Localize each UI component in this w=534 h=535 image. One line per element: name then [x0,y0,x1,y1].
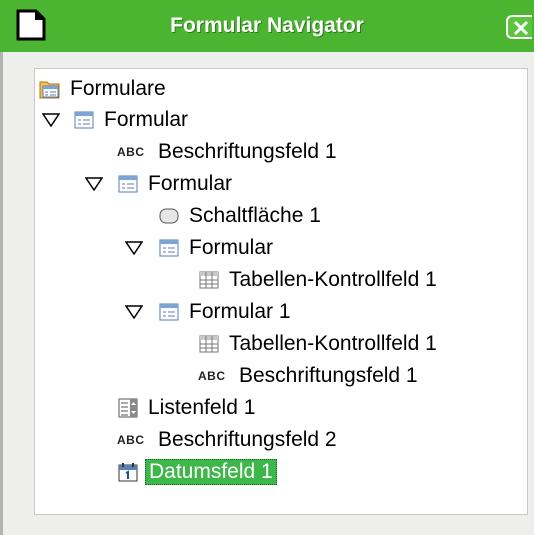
form-icon [159,239,179,257]
expand-triangle-icon[interactable] [42,113,60,127]
tree-item-label: Formular [104,108,189,131]
tree-item-label: Listenfeld 1 [148,396,256,419]
forms-folder-icon [39,81,60,99]
titlebar[interactable]: Formular Navigator [0,0,534,52]
tree-item-label: Beschriftungsfeld 2 [158,428,337,451]
form-icon [74,111,94,129]
form-navigator-window: Formular Navigator Formulare Formular AB… [0,0,534,535]
label-field-icon: ABC [117,145,145,159]
list-box-icon [118,398,138,418]
expand-triangle-icon[interactable] [85,177,103,191]
tree-item-label: Formulare [70,77,166,100]
tree-item-label: Datumsfeld 1 [145,459,277,485]
tree-item-label-field[interactable]: ABC Beschriftungsfeld 2 [117,424,340,456]
expand-triangle-icon[interactable] [125,305,143,319]
label-field-icon: ABC [117,433,145,447]
tree-item-list-box[interactable]: Listenfeld 1 [117,392,258,424]
close-button[interactable] [506,15,532,39]
form-icon [118,175,138,193]
form-icon [159,303,179,321]
tree-item-label-field[interactable]: ABC Beschriftungsfeld 1 [117,136,340,168]
tree-item-date-field[interactable]: Datumsfeld 1 [117,456,277,488]
tree-item-label: Beschriftungsfeld 1 [239,364,418,387]
window-title: Formular Navigator [170,14,364,37]
expand-triangle-icon[interactable] [125,241,143,255]
tree-item-form[interactable]: Formular [158,232,276,264]
window-border [0,52,3,535]
tree-item-label: Formular 1 [189,300,291,323]
navigator-tree[interactable]: Formulare Formular ABC Beschriftungsfeld… [34,68,528,515]
push-button-icon [159,208,179,224]
tree-item-label: Schaltfläche 1 [189,204,321,227]
tree-item-label: Beschriftungsfeld 1 [158,140,337,163]
tree-item-forms-root[interactable]: Formulare [39,73,169,105]
tree-item-form[interactable]: Formular 1 [158,296,294,328]
table-control-icon [199,271,219,289]
tree-item-table-control[interactable]: Tabellen-Kontrollfeld 1 [198,328,440,360]
tree-item-form[interactable]: Formular [117,168,235,200]
tree-item-label: Formular [189,236,274,259]
document-icon [16,9,46,41]
calendar-icon [118,463,138,482]
close-icon [513,20,529,36]
tree-item-label: Tabellen-Kontrollfeld 1 [229,332,437,355]
tree-item-label: Formular [148,172,233,195]
tree-item-button[interactable]: Schaltfläche 1 [158,200,324,232]
tree-item-label: Tabellen-Kontrollfeld 1 [229,268,437,291]
tree-item-table-control[interactable]: Tabellen-Kontrollfeld 1 [198,264,440,296]
tree-item-form[interactable]: Formular [73,104,191,136]
tree-item-label-field[interactable]: ABC Beschriftungsfeld 1 [198,360,421,392]
label-field-icon: ABC [198,369,226,383]
table-control-icon [199,335,219,353]
